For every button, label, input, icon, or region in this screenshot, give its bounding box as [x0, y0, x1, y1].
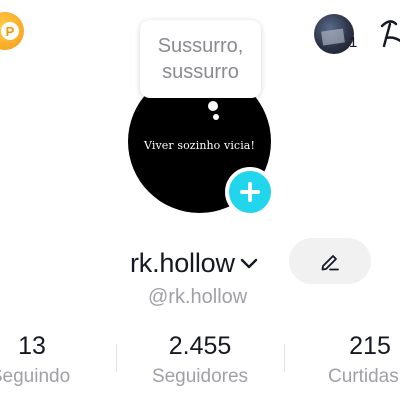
following-label: Seguindo	[0, 366, 71, 387]
bubble-tail-dot	[208, 101, 218, 111]
avatar-caption: Viver sozinho vicia!	[143, 139, 255, 152]
coin-badge[interactable]: P	[0, 12, 24, 50]
likes-count[interactable]: 215	[340, 332, 400, 361]
stat-divider	[284, 344, 285, 372]
story-count: 1	[349, 34, 358, 51]
stat-divider	[116, 344, 117, 372]
followers-label: Seguidores	[151, 366, 249, 387]
whisper-bubble[interactable]: Sussurro, sussurro	[140, 20, 261, 98]
chevron-down-icon	[240, 258, 257, 269]
following-count[interactable]: 13	[12, 332, 52, 361]
story-avatar[interactable]	[314, 14, 354, 54]
pencil-icon	[321, 255, 339, 271]
username-switcher[interactable]: rk.hollow	[130, 246, 259, 280]
plus-icon	[240, 182, 260, 202]
add-photo-button[interactable]	[225, 167, 275, 217]
username: rk.hollow	[130, 247, 235, 278]
edit-profile-button[interactable]	[289, 238, 371, 284]
user-handle: @rk.hollow	[148, 286, 248, 308]
coin-icon: P	[1, 22, 19, 40]
bubble-line-2: sussurro	[162, 61, 239, 83]
likes-label: Curtidas	[328, 366, 399, 387]
followers-count[interactable]: 2.455	[140, 332, 260, 361]
edge-icon[interactable]	[376, 16, 400, 50]
bubble-tail-dot-small	[213, 114, 219, 120]
bubble-line-1: Sussurro,	[157, 35, 244, 57]
